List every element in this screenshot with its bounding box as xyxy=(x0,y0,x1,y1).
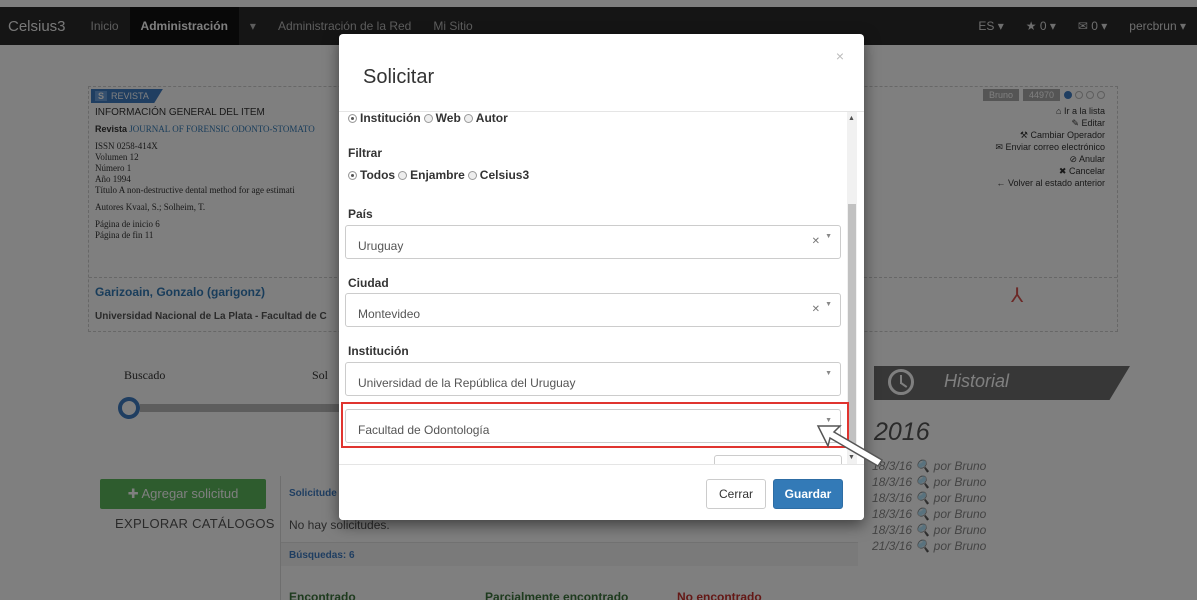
cerrar-button[interactable]: Cerrar xyxy=(706,479,766,509)
guardar-button[interactable]: Guardar xyxy=(773,479,843,509)
institucion-select[interactable]: Universidad de la República del Uruguay … xyxy=(345,362,841,396)
pais-value: Uruguay xyxy=(358,239,404,253)
modal-title: Solicitar xyxy=(363,66,435,88)
chevron-down-icon: ▼ xyxy=(825,233,832,240)
pais-select[interactable]: Uruguay ✕ ▼ xyxy=(345,225,841,259)
radio-enjambre[interactable] xyxy=(398,170,408,180)
tipo-radio-group: Institución Web Autor xyxy=(348,112,508,125)
filtrar-label: Filtrar xyxy=(348,146,383,160)
institucion-label: Institución xyxy=(348,344,409,358)
ciudad-label: Ciudad xyxy=(348,276,389,290)
chevron-down-icon: ▼ xyxy=(825,370,832,377)
ciudad-select[interactable]: Montevideo ✕ ▼ xyxy=(345,293,841,327)
radio-todos[interactable] xyxy=(348,170,357,180)
modal-header: Solicitar × xyxy=(339,34,864,112)
institucion-value: Universidad de la República del Uruguay xyxy=(358,376,576,390)
radio-web[interactable] xyxy=(423,113,433,123)
ciudad-value: Montevideo xyxy=(358,307,421,321)
close-icon[interactable]: × xyxy=(836,48,844,64)
pointer-arrow-icon xyxy=(816,425,884,468)
clear-icon[interactable]: ✕ xyxy=(812,304,820,315)
radio-institucion[interactable] xyxy=(348,113,357,123)
highlight-box xyxy=(341,402,849,448)
filtrar-radio-group: Todos Enjambre Celsius3 xyxy=(348,168,529,182)
scroll-thumb[interactable] xyxy=(848,204,856,444)
scroll-up-icon[interactable]: ▲ xyxy=(848,115,855,122)
modal-footer: Cerrar Guardar xyxy=(339,464,864,520)
pais-label: País xyxy=(348,207,373,221)
chevron-down-icon: ▼ xyxy=(825,301,832,308)
radio-celsius3[interactable] xyxy=(467,170,477,180)
radio-autor[interactable] xyxy=(463,113,473,123)
clear-icon[interactable]: ✕ xyxy=(812,236,820,247)
